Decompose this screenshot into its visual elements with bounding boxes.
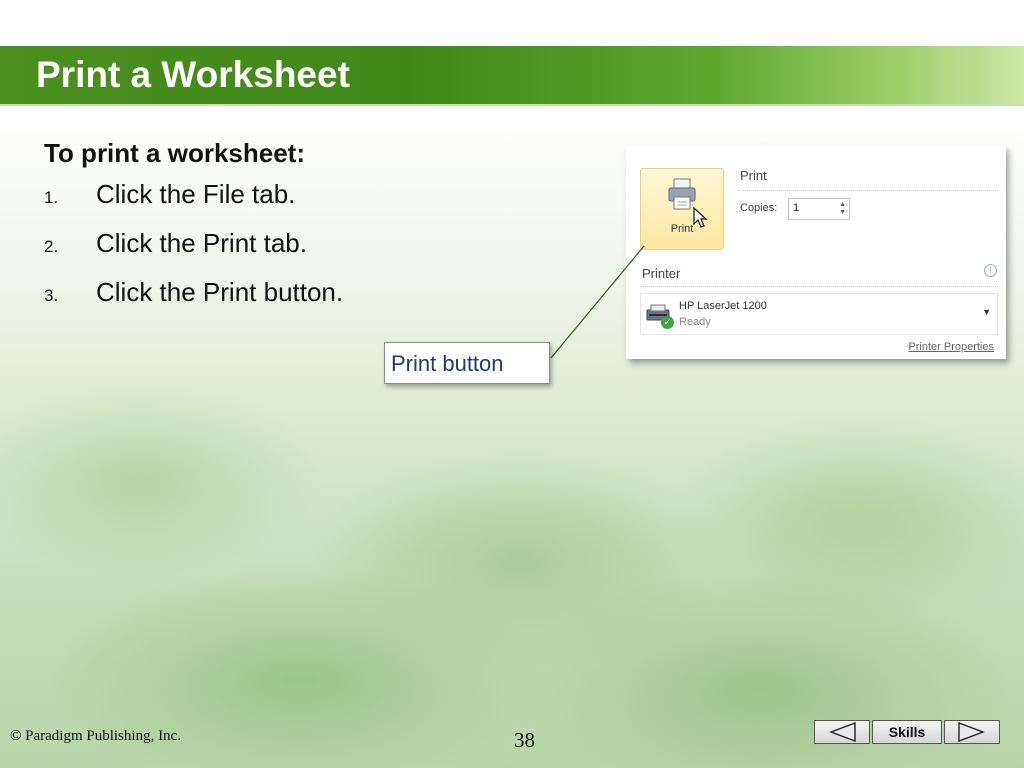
print-button-label: Print [670,223,694,235]
step-number: 2. [44,237,59,256]
step-text: Click the Print tab. [96,228,307,258]
callout-text: Print button [391,351,504,376]
printer-properties-link[interactable]: Printer Properties [908,341,994,353]
intro-text: To print a worksheet: [44,138,305,168]
divider [640,286,998,287]
copies-label: Copies: [740,202,778,214]
copies-stepper[interactable]: 1 ▲ ▼ [788,198,850,220]
print-button[interactable]: Print [640,168,724,250]
list-item: 2. Click the Print tab. [44,228,343,277]
slide-content: To print a worksheet: 1. Click the File … [44,138,343,326]
prev-arrow-icon [829,721,856,743]
printer-dropdown[interactable]: ✓ HP LaserJet 1200 Ready ▼ [640,293,998,335]
info-icon[interactable]: i [984,264,997,277]
page-number: 38 [514,728,535,752]
copyright: © Paradigm Publishing, Inc. [10,728,181,744]
callout-label: Print button [384,342,550,384]
printer-section-header: Printer [642,266,681,281]
list-item: 3. Click the Print button. [44,277,343,326]
divider [738,190,996,191]
next-arrow-icon [958,721,985,743]
printer-status: Ready [679,316,711,328]
cursor-icon [693,207,708,228]
step-text: Click the File tab. [96,179,296,209]
print-panel-screenshot: Print Print Copies: 1 ▲ ▼ Printer i ✓ HP … [626,146,1006,359]
title-bar: Print a Worksheet [0,46,1024,106]
top-strip [0,0,1024,46]
steps-list: 1. Click the File tab. 2. Click the Prin… [44,179,343,326]
callout-connector [550,245,645,359]
printer-icon [668,178,696,210]
slide: Print a Worksheet To print a worksheet: … [0,0,1024,768]
slide-title: Print a Worksheet [36,54,350,95]
ready-check-icon: ✓ [661,316,674,329]
skills-button[interactable]: Skills [872,720,942,744]
step-number: 1. [44,188,59,207]
copies-value: 1 [793,202,800,214]
list-item: 1. Click the File tab. [44,179,343,228]
next-button[interactable] [944,720,1000,744]
step-text: Click the Print button. [96,277,344,307]
print-section-header: Print [740,168,767,183]
previous-button[interactable] [814,720,870,744]
slide-navigation: Skills [814,720,1002,744]
printer-name: HP LaserJet 1200 [679,300,767,312]
dropdown-arrow-icon[interactable]: ▼ [982,307,991,317]
spin-arrows-icon[interactable]: ▲ ▼ [839,201,846,217]
step-number: 3. [44,286,59,305]
